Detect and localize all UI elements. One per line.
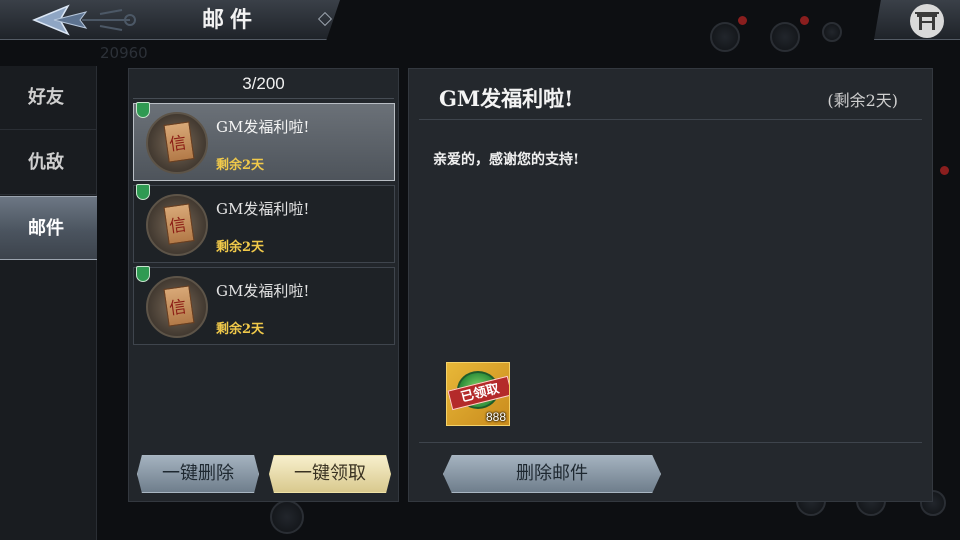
letter-paper: 信 bbox=[163, 285, 195, 327]
bg-gear-icon bbox=[770, 22, 800, 52]
system-flag-icon bbox=[136, 184, 150, 200]
letter-paper: 信 bbox=[163, 203, 195, 245]
back-arrow-icon bbox=[32, 4, 136, 36]
mail-list-panel: 3/200 信 GM发福利啦! 剩余2天 信 GM发福利啦! 剩余2天 信 GM… bbox=[128, 68, 399, 502]
divider bbox=[133, 98, 394, 99]
letter-paper: 信 bbox=[163, 121, 195, 163]
mail-item-expire: 剩余2天 bbox=[216, 240, 265, 255]
letter-icon: 信 bbox=[146, 276, 208, 338]
letter-seal-char: 信 bbox=[167, 133, 188, 156]
mail-detail-title: GM发福利啦! bbox=[439, 86, 574, 111]
delete-all-button[interactable]: 一键删除 bbox=[137, 455, 259, 493]
mail-detail-body: 亲爱的，感谢您的支持! bbox=[433, 152, 580, 168]
mail-detail-remaining: (剩余2天) bbox=[827, 91, 898, 110]
background-score: 20960 bbox=[100, 44, 148, 62]
tab-mail[interactable]: 邮件 bbox=[0, 196, 97, 260]
mail-item-title: GM发福利啦! bbox=[216, 200, 310, 218]
system-flag-icon bbox=[136, 266, 150, 282]
letter-icon: 信 bbox=[146, 112, 208, 174]
bg-chat-icon bbox=[270, 500, 304, 534]
bg-diamond-icon bbox=[822, 22, 842, 42]
mail-item-expire: 剩余2天 bbox=[216, 322, 265, 337]
letter-seal-char: 信 bbox=[167, 297, 188, 320]
gate-glyph-icon bbox=[915, 12, 939, 30]
sidebar: 好友 仇敌 邮件 bbox=[0, 66, 97, 540]
mail-item-title: GM发福利啦! bbox=[216, 118, 310, 136]
back-button[interactable] bbox=[30, 2, 140, 38]
mail-detail-panel: GM发福利啦! (剩余2天) 亲爱的，感谢您的支持! 已领取 888 删除邮件 bbox=[408, 68, 933, 502]
mail-list-item[interactable]: 信 GM发福利啦! 剩余2天 bbox=[133, 184, 395, 263]
reward-quantity: 888 bbox=[485, 410, 506, 424]
bg-notice-dot bbox=[940, 166, 949, 175]
letter-icon: 信 bbox=[146, 194, 208, 256]
top-bar: 邮件 bbox=[0, 0, 340, 40]
reward-item[interactable]: 已领取 888 bbox=[446, 362, 510, 426]
divider bbox=[419, 442, 922, 443]
system-flag-icon bbox=[136, 102, 150, 118]
mail-list-item[interactable]: 信 GM发福利啦! 剩余2天 bbox=[133, 266, 395, 345]
mail-count: 3/200 bbox=[242, 74, 285, 93]
tab-friends[interactable]: 好友 bbox=[0, 66, 97, 130]
divider bbox=[419, 119, 922, 120]
title-ornament-icon bbox=[317, 11, 333, 27]
delete-mail-button[interactable]: 删除邮件 bbox=[443, 455, 661, 493]
letter-seal-char: 信 bbox=[167, 215, 188, 238]
mail-item-expire: 剩余2天 bbox=[216, 158, 265, 173]
top-right-corner bbox=[874, 0, 960, 40]
tab-enemies[interactable]: 仇敌 bbox=[0, 131, 97, 195]
bg-character-icon bbox=[710, 22, 740, 52]
bg-notice-dot bbox=[800, 16, 809, 25]
mail-item-title: GM发福利啦! bbox=[216, 282, 310, 300]
bg-notice-dot bbox=[738, 16, 747, 25]
mail-list-item[interactable]: 信 GM发福利啦! 剩余2天 bbox=[133, 102, 395, 181]
home-gate-icon[interactable] bbox=[910, 4, 944, 38]
page-title: 邮件 bbox=[201, 7, 258, 33]
claim-all-button[interactable]: 一键领取 bbox=[269, 455, 391, 493]
